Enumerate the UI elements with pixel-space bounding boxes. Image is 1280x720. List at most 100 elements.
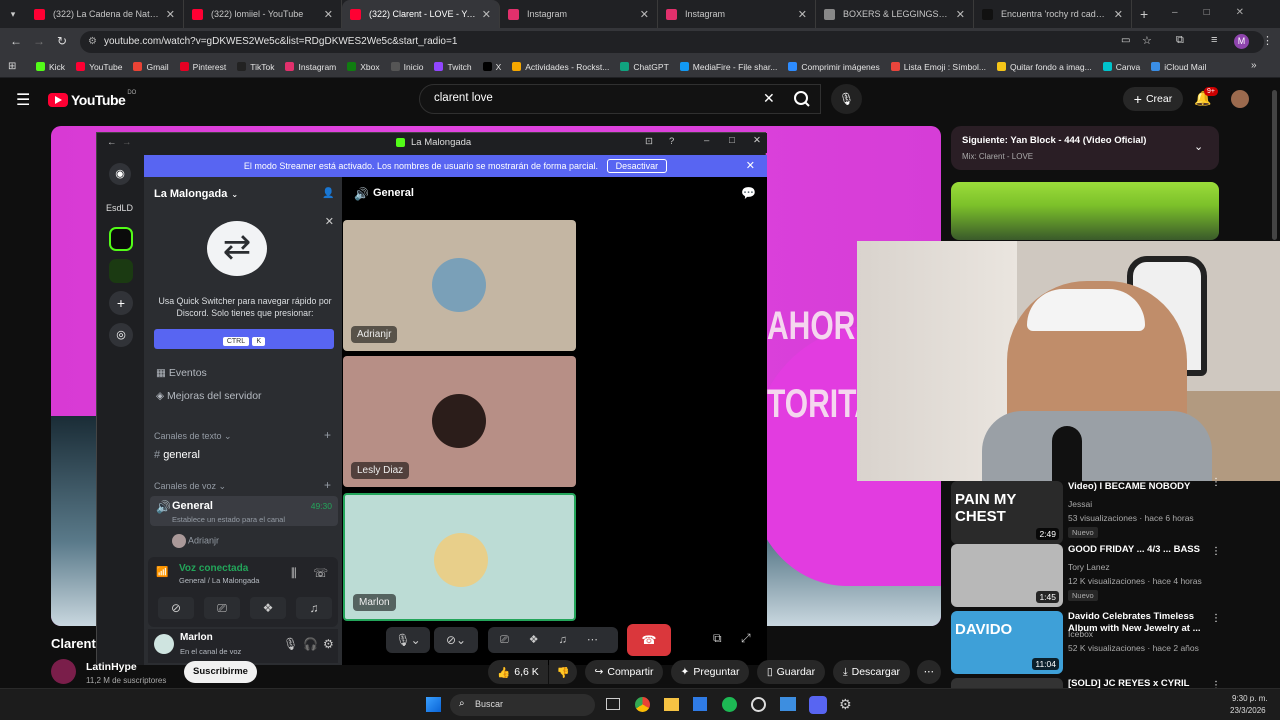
channel-name[interactable]: LatinHype (86, 661, 137, 673)
browser-tab[interactable]: Instagram ✕ (500, 0, 658, 28)
browser-tab[interactable]: (322) Clarent - LOVE - YouTube ✕ (342, 0, 500, 28)
discord-home-icon[interactable]: ◉ (109, 163, 131, 185)
settings-taskbar-icon[interactable]: ⚙ (839, 696, 852, 713)
youtube-logo[interactable]: YouTube DO (48, 90, 136, 108)
tab-search-button[interactable]: ▾ (0, 0, 26, 28)
server-name[interactable]: La Malongada ⌄ (154, 188, 238, 200)
hamburger-menu-icon[interactable]: ☰ (16, 90, 30, 110)
tab-close-icon[interactable]: ✕ (956, 8, 965, 21)
more-actions-button[interactable]: ⋯ (917, 660, 941, 684)
menu-icon[interactable]: ⋮ (1262, 34, 1273, 47)
close-card-icon[interactable]: ✕ (325, 215, 334, 228)
recs-more-icon[interactable]: ⋮ (1211, 477, 1221, 488)
tab-close-icon[interactable]: ✕ (798, 8, 807, 21)
explorer-icon[interactable] (664, 698, 679, 711)
apps-grid-icon[interactable]: ⊞ (8, 61, 16, 72)
tab-close-icon[interactable]: ✕ (482, 8, 491, 21)
bookmark-item[interactable]: YouTube (76, 62, 122, 72)
user-settings-icon[interactable]: ⚙ (323, 637, 334, 651)
voice-connected-sub[interactable]: General / La Malongada (179, 576, 259, 585)
screen-share-button[interactable]: ⎚ (204, 597, 240, 619)
fullscreen-icon[interactable]: ⤢ (741, 631, 751, 646)
channel-avatar[interactable] (51, 659, 76, 684)
bookmark-item[interactable]: TikTok (237, 62, 274, 72)
search-box[interactable]: clarent love ✕ (419, 84, 821, 114)
whatsapp-icon[interactable] (751, 697, 766, 712)
deactivate-button[interactable]: Desactivar (606, 159, 668, 173)
participant-tile[interactable]: Marlon (343, 493, 576, 621)
voice-channels-header[interactable]: Canales de voz ⌄ (154, 481, 226, 492)
server-gaming-icon[interactable] (109, 259, 133, 283)
bookmark-item[interactable]: Kick (36, 62, 65, 72)
photos-icon[interactable] (780, 697, 796, 711)
user-avatar[interactable] (154, 634, 174, 654)
page-scrollbar[interactable] (1272, 90, 1277, 240)
recommended-video[interactable]: PAIN MY CHEST 2:49 Video) I BECAME NOBODY J… (951, 481, 1280, 547)
tab-close-icon[interactable]: ✕ (324, 8, 333, 21)
participant-tile[interactable]: Adrianjr (343, 220, 576, 351)
bookmark-item[interactable]: Actividades - Rockst... (512, 62, 609, 72)
soundboard-button[interactable]: ♫ (296, 597, 332, 619)
tab-close-icon[interactable]: ✕ (166, 8, 175, 21)
mic-icon[interactable]: 🎙 (283, 637, 298, 651)
store-icon[interactable] (693, 697, 707, 711)
headphones-icon[interactable]: 🎧 (303, 637, 318, 651)
video-options-icon[interactable]: ⋮ (1211, 546, 1221, 557)
bookmark-item[interactable]: Lista Emoji : Símbol... (890, 62, 986, 72)
bookmark-item[interactable]: MediaFire - File shar... (679, 62, 777, 72)
video-options-icon[interactable]: ⋮ (1211, 680, 1221, 688)
address-bar[interactable]: ⚙ youtube.com/watch?v=gDKWES2We5c&list=R… (80, 31, 1264, 53)
voice-member[interactable]: Adrianjr (172, 534, 219, 548)
ask-button[interactable]: ✦ Preguntar (671, 660, 749, 684)
task-view-icon[interactable] (606, 698, 620, 710)
notifications-button[interactable]: 🔔 9+ (1194, 87, 1218, 107)
bookmark-item[interactable]: Twitch (434, 62, 472, 72)
clear-search-icon[interactable]: ✕ (763, 90, 775, 107)
help-icon[interactable]: ? (669, 136, 674, 147)
events-item[interactable]: ▦ Eventos (156, 367, 207, 379)
browser-tab[interactable]: BOXERS & LEGGINGS | Chrome ✕ (816, 0, 974, 28)
reload-icon[interactable]: ↻ (57, 34, 67, 48)
bookmark-item[interactable]: Instagram (285, 62, 336, 72)
account-avatar[interactable] (1231, 90, 1249, 108)
inbox-icon[interactable]: ⊡ (645, 136, 653, 147)
bookmark-item[interactable]: Gmail (133, 62, 169, 72)
spotify-icon[interactable] (722, 697, 737, 712)
bookmark-item[interactable]: Canva (1102, 62, 1140, 72)
discord-taskbar-icon[interactable] (809, 696, 827, 714)
media-icon[interactable]: ≡ (1211, 34, 1217, 46)
add-voice-channel-icon[interactable]: + (324, 478, 331, 492)
bookmarks-overflow-icon[interactable]: » (1251, 60, 1257, 71)
chrome-icon[interactable] (635, 697, 650, 712)
bookmark-item[interactable]: Inicio (390, 62, 423, 72)
forward-icon[interactable]: → (33, 34, 45, 48)
start-icon[interactable] (426, 697, 441, 712)
bookmark-item[interactable]: Comprimir imágenes (788, 62, 880, 72)
minimize-icon[interactable]: – (704, 135, 709, 146)
bookmark-item[interactable]: Xbox (347, 62, 380, 72)
bookmark-item[interactable]: iCloud Mail (1151, 62, 1206, 72)
explore-icon[interactable]: ◎ (109, 323, 133, 347)
text-channels-header[interactable]: Canales de texto ⌄ (154, 431, 232, 442)
search-button[interactable] (784, 84, 820, 114)
voice-status[interactable]: Establece un estado para el canal (172, 515, 285, 524)
expand-chevron-icon[interactable]: ⌄ (1194, 140, 1203, 153)
camera-off-button[interactable]: ⊘ (158, 597, 194, 619)
browser-tab[interactable]: (322) La Cadena de Natanael C ✕ (26, 0, 184, 28)
bookmark-item[interactable]: X (482, 62, 501, 72)
extensions-icon[interactable]: ⧉ (1176, 34, 1184, 47)
taskbar-search[interactable]: ⌕ Buscar (450, 694, 595, 716)
add-text-channel-icon[interactable]: + (324, 428, 331, 442)
call-camera-button[interactable]: ⊘⌄ (434, 627, 478, 653)
browser-tab[interactable]: (322) lomiiel - YouTube ✕ (184, 0, 342, 28)
back-icon[interactable]: ← (10, 34, 22, 48)
like-button[interactable]: 👍 6,6 K (488, 660, 548, 684)
create-button[interactable]: + Crear (1123, 87, 1183, 111)
disconnect-icon[interactable]: ☏ (313, 566, 328, 580)
noise-icon[interactable]: ⫼ (291, 566, 297, 581)
boosts-item[interactable]: ◈ Mejoras del servidor (156, 390, 262, 402)
forward-arrow-icon[interactable]: → (122, 137, 132, 148)
voice-search-button[interactable]: 🎙 (831, 84, 862, 114)
bookmark-star-icon[interactable]: ☆ (1142, 34, 1152, 47)
save-button[interactable]: ▯ Guardar (757, 660, 825, 684)
